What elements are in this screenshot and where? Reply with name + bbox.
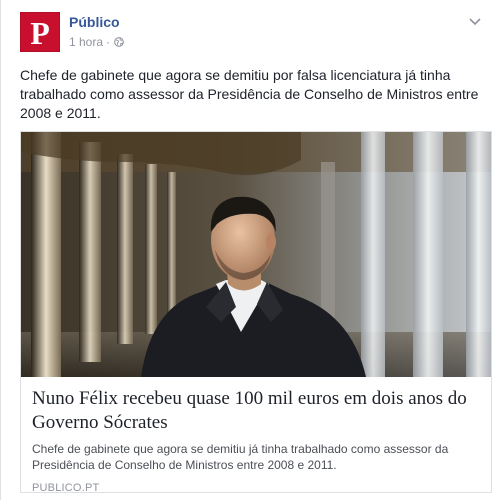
link-domain: PUBLICO.PT <box>32 482 100 493</box>
link-preview-body[interactable]: Nuno Félix recebeu quase 100 mil euros e… <box>21 377 491 493</box>
link-preview-image[interactable] <box>21 132 491 377</box>
avatar-letter: P <box>30 15 50 51</box>
post-card: P Público 1 hora · Chefe de gabinete que… <box>0 0 496 500</box>
chevron-down-icon[interactable] <box>468 16 482 26</box>
meta-separator: · <box>106 35 111 49</box>
page-name-link[interactable]: Público <box>69 14 120 30</box>
post-text: Chefe de gabinete que agora se demitiu p… <box>20 67 479 121</box>
post-timestamp[interactable]: 1 hora <box>69 35 103 49</box>
link-title[interactable]: Nuno Félix recebeu quase 100 mil euros e… <box>32 387 480 435</box>
page-avatar[interactable]: P <box>20 12 60 52</box>
link-description: Chefe de gabinete que agora se demitiu j… <box>32 442 449 472</box>
globe-icon[interactable] <box>114 37 124 47</box>
link-preview[interactable]: Nuno Félix recebeu quase 100 mil euros e… <box>20 131 492 493</box>
post-meta: 1 hora · <box>69 35 124 49</box>
